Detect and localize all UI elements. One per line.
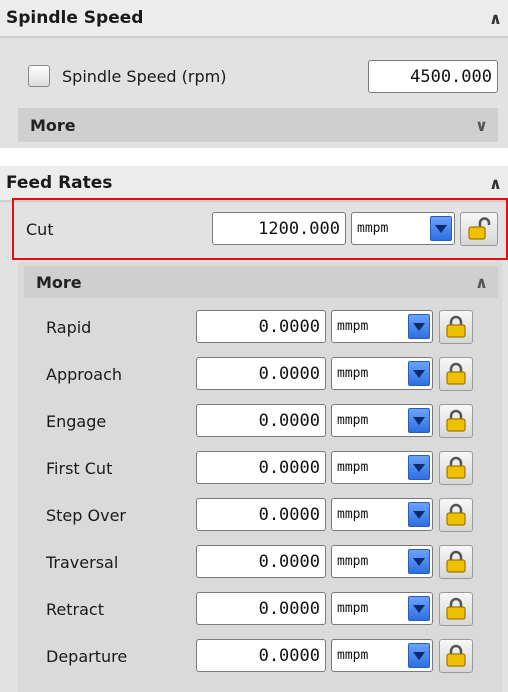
feed-row-lock-button[interactable] (439, 498, 473, 532)
feed-row-label: Retract (46, 599, 104, 619)
feed-rates-title: Feed Rates (6, 173, 113, 193)
padlock-icon (446, 597, 466, 620)
feed-row-lock-button[interactable] (439, 592, 473, 626)
feed-row-label: Traversal (46, 552, 119, 572)
cut-lock-button[interactable] (460, 212, 498, 246)
feed-row-label: Engage (46, 411, 107, 431)
feed-row-label: Step Over (46, 505, 126, 525)
feed-row-unit-select[interactable]: mmpm (331, 357, 433, 390)
feed-row-label: Departure (46, 646, 128, 666)
dropdown-arrow-icon[interactable] (430, 216, 452, 241)
feed-row-unit-select[interactable]: mmpm (331, 451, 433, 484)
unit-value: mmpm (357, 221, 389, 236)
feed-row-lock-button[interactable] (439, 310, 473, 344)
unit-value: mmpm (337, 319, 369, 334)
feed-row-input[interactable]: 0.0000 (196, 404, 326, 437)
feed-row-input[interactable]: 0.0000 (196, 545, 326, 578)
spindle-speed-header[interactable]: Spindle Speed ∧ (0, 0, 508, 36)
dropdown-arrow-icon[interactable] (408, 549, 430, 574)
feed-row-unit-select[interactable]: mmpm (331, 545, 433, 578)
unit-value: mmpm (337, 601, 369, 616)
spindle-speed-checkbox[interactable] (28, 65, 50, 87)
feed-more-toggle[interactable]: More ∧ (24, 266, 498, 298)
unit-value: mmpm (337, 366, 369, 381)
unit-value: mmpm (337, 507, 369, 522)
unit-value: mmpm (337, 460, 369, 475)
spindle-speed-input[interactable]: 4500.000 (368, 60, 498, 93)
feed-row-unit-select[interactable]: mmpm (331, 404, 433, 437)
cut-feed-input[interactable]: 1200.000 (212, 212, 346, 245)
feed-row-unit-select[interactable]: mmpm (331, 498, 433, 531)
dropdown-arrow-icon[interactable] (408, 455, 430, 480)
dropdown-arrow-icon[interactable] (408, 502, 430, 527)
section-gap (0, 150, 508, 166)
feed-row-label: Rapid (46, 317, 92, 337)
feed-row-label: First Cut (46, 458, 113, 478)
chevron-up-icon: ∧ (475, 272, 488, 292)
feed-row-input[interactable]: 0.0000 (196, 639, 326, 672)
feed-row-lock-button[interactable] (439, 545, 473, 579)
padlock-icon (446, 644, 466, 667)
feed-rates-header[interactable]: Feed Rates ∧ (0, 166, 508, 200)
cut-label: Cut (26, 219, 54, 239)
dropdown-arrow-icon[interactable] (408, 643, 430, 668)
padlock-icon (446, 456, 466, 479)
padlock-icon (446, 503, 466, 526)
padlock-icon (446, 409, 466, 432)
unit-value: mmpm (337, 413, 369, 428)
chevron-up-icon[interactable]: ∧ (489, 174, 502, 193)
padlock-icon (446, 550, 466, 573)
feed-row-label: Approach (46, 364, 123, 384)
chevron-down-icon: ∨ (475, 115, 488, 135)
feed-row-lock-button[interactable] (439, 639, 473, 673)
dropdown-arrow-icon[interactable] (408, 314, 430, 339)
more-label: More (30, 115, 76, 135)
more-label: More (36, 272, 82, 292)
feed-row-lock-button[interactable] (439, 404, 473, 438)
dropdown-arrow-icon[interactable] (408, 408, 430, 433)
feed-row-input[interactable]: 0.0000 (196, 498, 326, 531)
feed-row-unit-select[interactable]: mmpm (331, 592, 433, 625)
feed-row-lock-button[interactable] (439, 451, 473, 485)
feed-row-input[interactable]: 0.0000 (196, 592, 326, 625)
dropdown-arrow-icon[interactable] (408, 596, 430, 621)
chevron-up-icon[interactable]: ∧ (489, 9, 502, 28)
feed-row-input[interactable]: 0.0000 (196, 451, 326, 484)
feed-row-unit-select[interactable]: mmpm (331, 639, 433, 672)
unit-value: mmpm (337, 554, 369, 569)
feed-row-lock-button[interactable] (439, 357, 473, 391)
spindle-more-toggle[interactable]: More ∨ (18, 108, 498, 142)
spindle-speed-title: Spindle Speed (6, 8, 144, 28)
feed-row-unit-select[interactable]: mmpm (331, 310, 433, 343)
spindle-speed-label: Spindle Speed (rpm) (62, 66, 227, 86)
padlock-unlocked-icon (468, 217, 491, 240)
padlock-icon (446, 315, 466, 338)
cut-unit-select[interactable]: mmpm (351, 212, 455, 245)
feed-row-input[interactable]: 0.0000 (196, 310, 326, 343)
feed-row-input[interactable]: 0.0000 (196, 357, 326, 390)
dropdown-arrow-icon[interactable] (408, 361, 430, 386)
unit-value: mmpm (337, 648, 369, 663)
padlock-icon (446, 362, 466, 385)
